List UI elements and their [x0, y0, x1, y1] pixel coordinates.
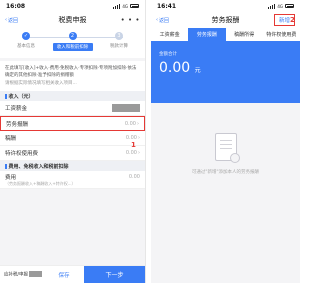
status-indicators: 4G [268, 3, 294, 9]
empty-state: 可通过"新增"添加本人的劳务报酬 [151, 133, 300, 175]
step-label: 收入和税前扣除 [52, 43, 93, 51]
income-tabs: 工资薪金 劳务报酬 稿酬所得 特许权使用费 [151, 28, 300, 41]
back-button[interactable]: ‹ 返回 [156, 17, 169, 24]
row-labor-remuneration[interactable]: 劳务报酬 0.00 › [0, 116, 145, 131]
row-label: 工资薪金 [5, 106, 28, 112]
amount-unit: 元 [194, 67, 201, 74]
battery-icon [130, 4, 139, 8]
seal-icon [229, 153, 240, 163]
bottom-bar: 应补税/申报 保存 下一步 [0, 265, 145, 283]
back-button[interactable]: ‹ 返回 [5, 17, 18, 24]
step-tax-calc[interactable]: 3 税款计算 [99, 32, 139, 51]
row-fees[interactable]: 费用 0.00 （劳务报酬收入+稿酬收入+特许权...） [0, 171, 145, 189]
section-title: 收入（元） [8, 93, 34, 100]
back-label: 返回 [159, 17, 170, 24]
nav-bar: ‹ 返回 劳务报酬 新增 [151, 12, 300, 28]
step-check-icon: ✓ [22, 32, 30, 40]
total-amount: 0.00 元 [159, 60, 292, 76]
row-value: 0.00 [124, 120, 136, 127]
empty-document-icon [214, 133, 240, 163]
row-label: 劳务报酬 [6, 121, 29, 128]
section-income-header: 收入（元） [0, 91, 145, 101]
signal-icon [113, 3, 121, 9]
left-screen: 16:08 4G ‹ 返回 税费申报 • • • ✓ 基本信息 2 收入和税前扣除… [0, 0, 146, 283]
row-value: 0.00 [128, 173, 140, 180]
row-royalties[interactable]: 稿酬 0.00 › [0, 131, 145, 146]
row-value: 0.00 [125, 150, 137, 156]
next-step-button[interactable]: 下一步 [84, 266, 145, 283]
status-indicators: 4G [113, 3, 139, 9]
tab-franchise-fee[interactable]: 特许权使用费 [263, 28, 300, 41]
add-new-button[interactable]: 新增 [273, 14, 295, 26]
status-time: 16:41 [157, 2, 177, 10]
back-label: 返回 [8, 17, 19, 24]
status-bar: 16:41 4G [151, 0, 300, 12]
section-deduct-header: 费用、免税收入和税前扣除 [0, 161, 145, 171]
chevron-right-icon: › [137, 120, 139, 127]
redacted-value [29, 271, 43, 278]
chevron-left-icon: ‹ [156, 17, 158, 23]
more-icon[interactable]: • • • [121, 16, 140, 24]
section-marker [5, 163, 7, 169]
stepper: ✓ 基本信息 2 收入和税前扣除 3 税款计算 [0, 28, 145, 58]
network-label: 4G [277, 3, 283, 9]
tax-due-text: 应补税/申报 [4, 272, 29, 278]
step-basic-info[interactable]: ✓ 基本信息 [6, 32, 46, 51]
chevron-right-icon: › [138, 135, 140, 141]
notice-text: 在此填写[收入]+收入·费用·免税收入·专项扣除·专项附加扣除·依法确定的其他扣… [5, 66, 137, 78]
row-note: （劳务报酬收入+稿酬收入+特许权...） [5, 180, 76, 186]
notice-hint: 请根据实际情况填写相关收入项目... [5, 81, 77, 86]
section-marker [5, 93, 7, 99]
tax-due-label: 应补税/申报 [0, 271, 44, 278]
row-franchise-fee[interactable]: 特许权使用费 0.00 › [0, 146, 145, 161]
total-label: 金额合计 [159, 52, 177, 57]
signal-icon [268, 3, 276, 9]
network-label: 4G [122, 3, 128, 9]
battery-icon [285, 4, 294, 8]
total-amount-card: 金额合计 0.00 元 [151, 41, 300, 103]
annotation-1: 1 [131, 141, 136, 149]
row-label: 稿酬 [5, 136, 17, 142]
empty-message: 可通过"新增"添加本人的劳务报酬 [191, 170, 260, 175]
tab-salary[interactable]: 工资薪金 [151, 28, 188, 41]
row-label: 费用 [5, 174, 17, 181]
status-bar: 16:08 4G [0, 0, 145, 12]
step-label: 基本信息 [17, 44, 35, 49]
tab-labor-remuneration[interactable]: 劳务报酬 [188, 28, 226, 41]
section-title: 费用、免税收入和税前扣除 [8, 163, 69, 170]
redacted-value [112, 104, 140, 112]
chevron-left-icon: ‹ [5, 17, 7, 23]
step-number: 3 [115, 32, 123, 40]
save-button[interactable]: 保存 [44, 271, 84, 279]
amount-value: 0.00 [159, 60, 191, 76]
step-label: 税款计算 [110, 44, 128, 49]
status-time: 16:08 [6, 2, 26, 10]
row-label: 特许权使用费 [5, 151, 39, 157]
chevron-right-icon: › [138, 150, 140, 156]
notice-panel: 在此填写[收入]+收入·费用·免税收入·专项扣除·专项附加扣除·依法确定的其他扣… [0, 61, 145, 91]
tab-royalties[interactable]: 稿酬所得 [226, 28, 263, 41]
right-screen: 16:41 4G ‹ 返回 劳务报酬 新增 工资薪金 劳务报酬 稿酬所得 特许权使… [151, 0, 300, 283]
nav-bar: ‹ 返回 税费申报 • • • [0, 12, 145, 28]
step-number: 2 [68, 32, 77, 40]
row-salary[interactable]: 工资薪金 [0, 101, 145, 116]
step-income[interactable]: 2 收入和税前扣除 [52, 32, 93, 51]
